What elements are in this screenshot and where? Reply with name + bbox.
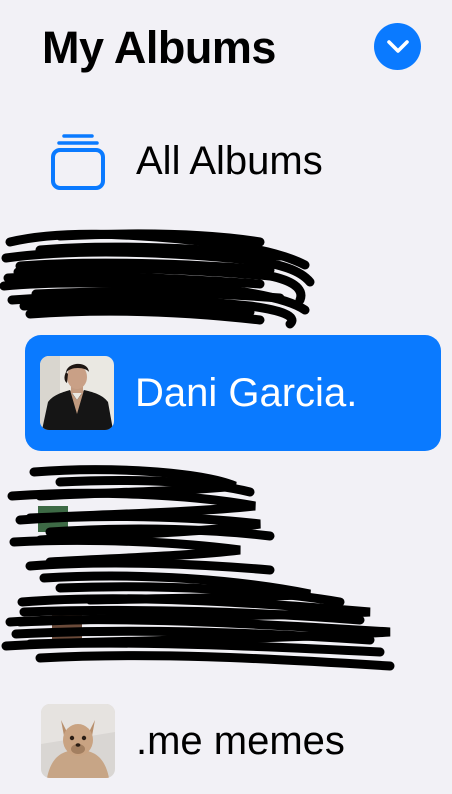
page-title: My Albums [42, 22, 276, 73]
album-stack-icon [42, 126, 112, 196]
chevron-down-icon [386, 39, 409, 53]
album-thumbnail [41, 704, 115, 778]
sidebar-item-label: Dani Garcia. [135, 371, 358, 415]
scribble-redaction [1, 465, 395, 671]
sidebar-item-label: All Albums [136, 139, 323, 183]
sidebar-item-all-albums[interactable]: All Albums [42, 126, 323, 196]
album-item-selected[interactable]: Dani Garcia. [25, 335, 441, 451]
scribble-redaction [0, 229, 315, 329]
album-item-memes[interactable]: .me memes [41, 704, 345, 778]
sidebar-item-label: .me memes [136, 719, 345, 763]
collapse-albums-button[interactable] [374, 23, 421, 70]
album-thumbnail [40, 356, 114, 430]
